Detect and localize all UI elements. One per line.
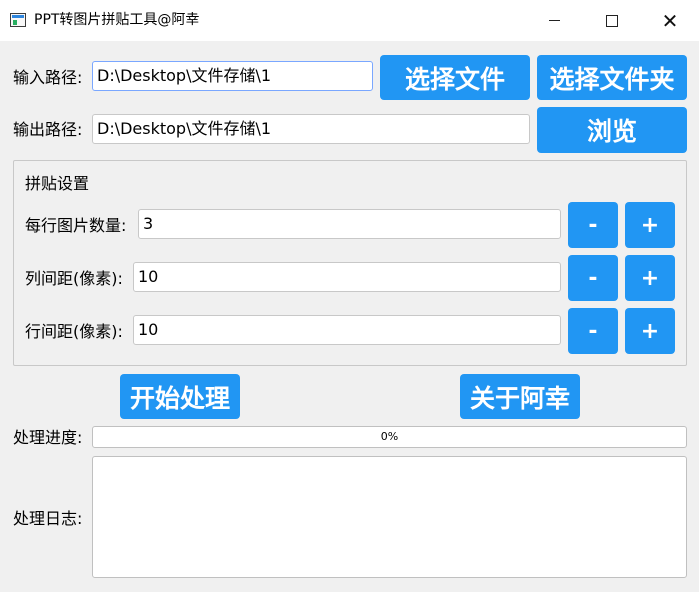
input-path-label: 输入路径: [13,68,83,87]
app-icon [10,13,26,27]
per-row-field[interactable]: 3 [138,209,561,239]
maximize-button[interactable] [583,0,641,41]
log-label: 处理日志: [13,509,83,528]
browse-button[interactable]: 浏览 [537,107,687,153]
window-title: PPT转图片拼贴工具@阿幸 [34,12,200,28]
per-row-minus-button[interactable]: - [568,202,618,248]
select-file-button[interactable]: 选择文件 [380,55,530,100]
row-spacing-minus-button[interactable]: - [568,308,618,354]
close-button[interactable]: ✕ [641,0,699,41]
row-spacing-label: 行间距(像素): [25,322,123,341]
input-path-field[interactable]: D:\Desktop\文件存储\1 [92,61,373,91]
title-bar: PPT转图片拼贴工具@阿幸 ✕ [0,0,699,41]
minimize-button[interactable] [525,0,583,41]
row-spacing-field[interactable]: 10 [133,315,561,345]
row-spacing-plus-button[interactable]: + [625,308,675,354]
progress-bar: 0% [92,426,687,448]
about-button[interactable]: 关于阿幸 [460,374,580,419]
maximize-icon [606,14,618,27]
progress-label: 处理进度: [13,428,83,447]
log-textarea[interactable] [92,456,687,578]
column-spacing-field[interactable]: 10 [133,262,561,292]
minimize-icon [548,20,560,21]
select-folder-button[interactable]: 选择文件夹 [537,55,687,100]
collage-settings-title: 拼贴设置 [25,174,90,193]
close-icon: ✕ [661,8,679,33]
output-path-label: 输出路径: [13,120,83,139]
column-spacing-label: 列间距(像素): [25,269,123,288]
column-spacing-plus-button[interactable]: + [625,255,675,301]
progress-text: 0% [380,430,399,443]
output-path-field[interactable]: D:\Desktop\文件存储\1 [92,114,530,144]
per-row-plus-button[interactable]: + [625,202,675,248]
start-processing-button[interactable]: 开始处理 [120,374,240,419]
column-spacing-minus-button[interactable]: - [568,255,618,301]
per-row-label: 每行图片数量: [25,216,127,235]
